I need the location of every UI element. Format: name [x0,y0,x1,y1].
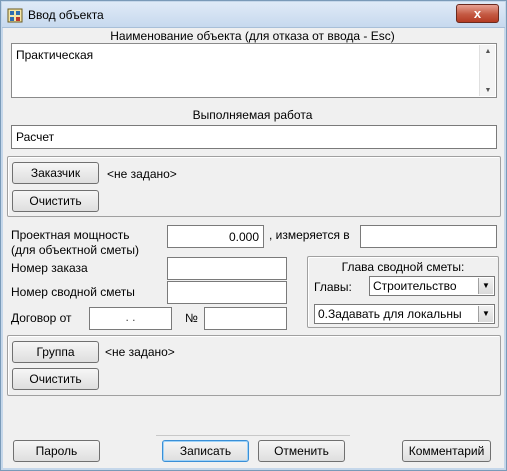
object-name-textarea[interactable]: Практическая ▲ ▼ [11,43,497,98]
capacity-label-line2: (для объектной сметы) [11,243,140,257]
capacity-input[interactable]: 0.000 [167,225,264,248]
title-bar[interactable]: Ввод объекта x [2,2,505,28]
object-name-header: Наименование объекта (для отказа от ввод… [110,29,395,43]
summary-chapter-title: Глава сводной сметы: [341,260,465,274]
chapters-label: Главы: [314,280,352,294]
work-header: Выполняемая работа [192,108,313,122]
capacity-label-line1: Проектная мощность [11,228,130,242]
customer-button[interactable]: Заказчик [12,162,99,184]
measured-in-label: , измеряется в [269,228,350,242]
order-number-label: Номер заказа [11,261,88,275]
work-input[interactable]: Расчет [11,125,497,149]
contract-number-label: № [185,311,198,325]
chevron-down-icon[interactable]: ▼ [478,306,493,322]
mode-select-value: 0.Задавать для локальны [318,307,462,321]
scroll-down-icon[interactable]: ▼ [480,87,496,94]
contract-number-input[interactable] [204,307,287,330]
password-button[interactable]: Пароль [13,440,100,462]
group-button[interactable]: Группа [12,341,99,363]
contract-label: Договор от [11,311,72,325]
mode-select[interactable]: 0.Задавать для локальны ▼ [314,304,495,324]
comment-button[interactable]: Комментарий [402,440,491,462]
save-button[interactable]: Записать [162,440,249,462]
customer-value: <не задано> [107,167,177,181]
order-number-input[interactable] [167,257,287,280]
chapters-select[interactable]: Строительство ▼ [369,276,495,296]
dialog-window: Ввод объекта x Наименование объекта (для… [0,0,507,471]
contract-date-input[interactable]: . . [89,307,172,330]
measured-in-input[interactable] [360,225,497,248]
customer-clear-button[interactable]: Очистить [12,190,99,212]
chevron-down-icon[interactable]: ▼ [478,278,493,294]
object-name-value: Практическая [16,48,94,62]
app-icon [7,8,23,23]
close-button[interactable]: x [456,4,499,23]
scroll-up-icon[interactable]: ▲ [480,48,496,55]
window-title: Ввод объекта [28,8,104,22]
summary-number-label: Номер сводной сметы [11,285,135,299]
summary-number-input[interactable] [167,281,287,304]
object-name-scrollbar[interactable]: ▲ ▼ [479,45,495,96]
group-value: <не задано> [105,345,175,359]
group-clear-button[interactable]: Очистить [12,368,99,390]
cancel-button[interactable]: Отменить [258,440,345,462]
chapters-select-value: Строительство [373,279,457,293]
